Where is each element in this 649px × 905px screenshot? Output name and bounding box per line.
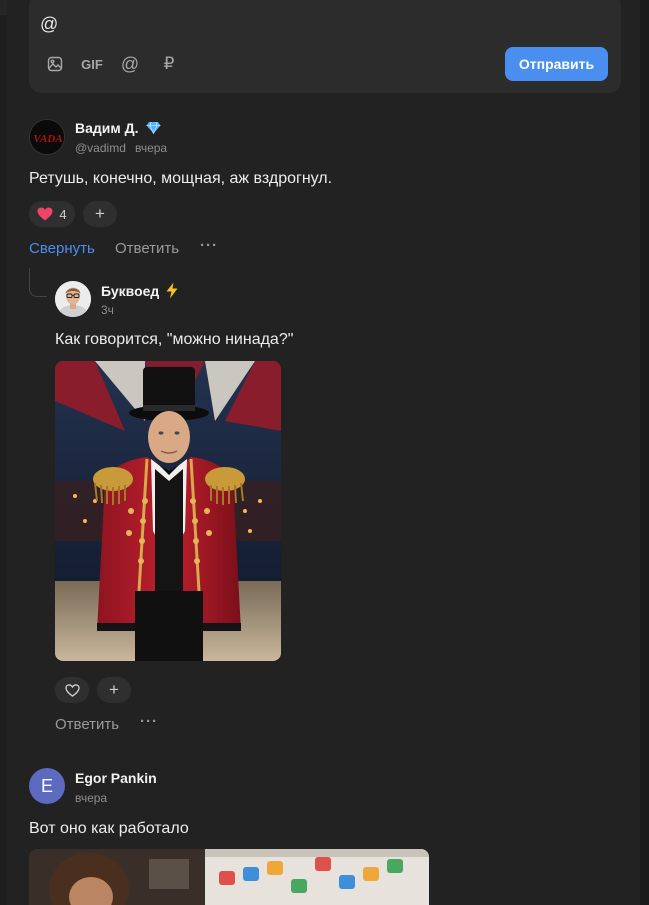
comment-time: вчера [135,141,168,155]
comment-author[interactable]: Буквоед [101,283,159,299]
comment-author[interactable]: Egor Pankin [75,770,157,786]
comment-composer: @ GIF @ ₽ Отправить [29,0,621,93]
mention-icon[interactable]: @ [118,52,142,76]
reaction-count: 4 [59,206,67,222]
heart-icon [37,207,53,221]
gif-icon[interactable]: GIF [80,52,104,76]
comment-author[interactable]: Вадим Д. [75,120,139,136]
comment-text: Как говорится, "можно нинада?" [55,331,294,348]
comment-input[interactable]: @ [40,14,58,35]
thread-connector [29,268,47,297]
comment-text: Ретушь, конечно, мощная, аж вздрогнул. [29,170,333,187]
reaction-heart[interactable]: 4 [29,201,75,227]
reply-button[interactable]: Ответить [55,716,119,733]
add-reaction-button[interactable]: + [97,677,131,703]
avatar[interactable] [55,281,91,317]
image-icon[interactable] [43,52,67,76]
reply-button[interactable]: Ответить [115,240,179,257]
like-button[interactable] [55,677,89,703]
send-button[interactable]: Отправить [505,47,608,81]
avatar[interactable]: E [29,768,65,804]
more-options-button[interactable]: ··· [140,713,158,730]
diamond-icon [146,121,161,139]
heart-outline-icon [64,683,80,697]
collapse-button[interactable]: Свернуть [29,240,95,257]
scrollbar-track[interactable] [640,0,649,905]
more-options-button[interactable]: ··· [200,237,218,254]
comment-image[interactable] [55,361,281,661]
avatar-logo-text: VADA [33,133,62,145]
comment-image[interactable] [29,849,429,905]
avatar[interactable]: VADA [29,119,65,155]
comment-time: 3ч [101,303,114,317]
comment-handle[interactable]: @vadimd [75,141,126,155]
lightning-icon [165,282,179,304]
add-reaction-button[interactable]: + [83,201,117,227]
ruble-icon[interactable]: ₽ [157,52,181,76]
comment-text: Вот оно как работало [29,820,189,837]
comment-time: вчера [75,791,108,805]
